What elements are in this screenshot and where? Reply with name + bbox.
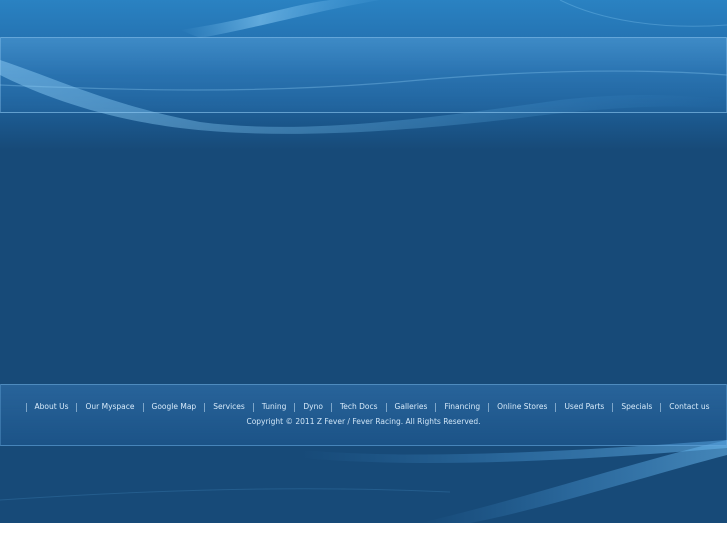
footer-link-contact-us[interactable]: Contact us xyxy=(669,402,709,411)
header-band xyxy=(0,37,727,113)
nav-separator xyxy=(25,402,27,412)
nav-separator xyxy=(252,402,254,412)
nav-separator xyxy=(204,402,206,412)
footer-link-galleries[interactable]: Galleries xyxy=(395,402,428,411)
footer-link-online-stores[interactable]: Online Stores xyxy=(497,402,547,411)
nav-separator xyxy=(76,402,78,412)
nav-separator xyxy=(488,402,490,412)
footer-band xyxy=(0,384,727,446)
footer-link-about-us[interactable]: About Us xyxy=(35,402,69,411)
nav-separator xyxy=(330,402,332,412)
footer-link-used-parts[interactable]: Used Parts xyxy=(564,402,604,411)
nav-separator xyxy=(385,402,387,412)
footer-link-specials[interactable]: Specials xyxy=(621,402,652,411)
footer-link-services[interactable]: Services xyxy=(213,402,245,411)
nav-separator xyxy=(612,402,614,412)
bottom-strip xyxy=(0,523,727,545)
footer-link-financing[interactable]: Financing xyxy=(444,402,480,411)
footer-link-tech-docs[interactable]: Tech Docs xyxy=(340,402,378,411)
footer-link-our-myspace[interactable]: Our Myspace xyxy=(85,402,134,411)
footer-link-dyno[interactable]: Dyno xyxy=(303,402,323,411)
copyright-text: Copyright © 2011 Z Fever / Fever Racing.… xyxy=(246,417,481,426)
nav-separator xyxy=(660,402,662,412)
nav-separator xyxy=(294,402,296,412)
nav-separator xyxy=(435,402,437,412)
footer-link-tuning[interactable]: Tuning xyxy=(262,402,287,411)
nav-separator xyxy=(555,402,557,412)
footer-nav: About Us Our Myspace Google Map Services Tun… xyxy=(0,400,727,414)
page-background: About Us Our Myspace Google Map Services Tun… xyxy=(0,0,727,523)
nav-separator xyxy=(142,402,144,412)
footer-link-google-map[interactable]: Google Map xyxy=(152,402,197,411)
